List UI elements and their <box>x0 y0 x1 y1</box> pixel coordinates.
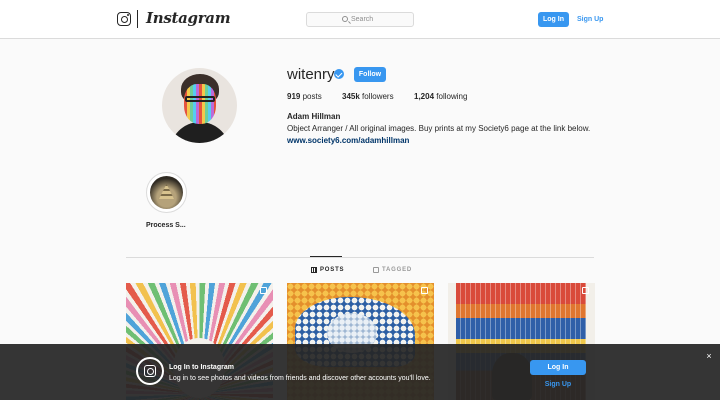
verified-badge-icon <box>334 69 344 79</box>
profile-website-link[interactable]: www.society6.com/adamhillman <box>287 136 409 146</box>
followers-label: followers <box>362 92 394 101</box>
following-label: following <box>436 92 468 101</box>
instagram-wordmark[interactable]: Instagram <box>146 9 231 27</box>
follow-button[interactable]: Follow <box>354 67 386 82</box>
profile-username: witenry <box>287 66 335 83</box>
banner-login-button[interactable]: Log In <box>530 360 586 375</box>
posts-count-stat: 919 posts <box>287 92 322 102</box>
top-nav: Instagram Search Log In Sign Up <box>0 0 720 39</box>
search-input[interactable]: Search <box>306 12 414 27</box>
avatar-face <box>184 84 216 124</box>
posts-label: posts <box>302 92 322 101</box>
followers-count: 345k <box>342 92 360 101</box>
active-tab-indicator <box>310 256 342 257</box>
highlight-label: Process S... <box>146 222 186 229</box>
multi-photo-icon <box>582 287 589 294</box>
followers-stat[interactable]: 345k followers <box>342 92 394 102</box>
logo-divider <box>137 10 138 28</box>
tabs-divider <box>126 257 594 258</box>
search-placeholder: Search <box>351 16 374 23</box>
story-highlight[interactable] <box>146 172 187 213</box>
banner-signup-link[interactable]: Sign Up <box>530 380 586 389</box>
login-button[interactable]: Log In <box>538 12 569 27</box>
highlight-thumbnail <box>150 176 183 209</box>
camera-glyph-icon <box>144 365 156 377</box>
multi-photo-icon <box>260 287 267 294</box>
avatar-glasses <box>185 96 215 102</box>
signup-link[interactable]: Sign Up <box>577 12 603 27</box>
multi-photo-icon <box>421 287 428 294</box>
close-icon[interactable]: × <box>704 351 714 361</box>
tab-posts[interactable]: POSTS <box>311 266 344 274</box>
following-count: 1,204 <box>414 92 435 101</box>
profile-avatar[interactable] <box>162 68 237 143</box>
tab-tagged[interactable]: TAGGED <box>373 266 412 274</box>
banner-message: Log in to see photos and videos from fri… <box>169 375 431 382</box>
instagram-camera-icon[interactable] <box>117 12 131 26</box>
following-stat[interactable]: 1,204 following <box>414 92 467 102</box>
login-prompt-banner: Log In to Instagram Log in to see photos… <box>0 344 720 400</box>
profile-bio: Object Arranger / All original images. B… <box>287 124 591 133</box>
posts-count: 919 <box>287 92 301 101</box>
instagram-logo-icon <box>136 357 164 385</box>
banner-title: Log In to Instagram <box>169 364 234 371</box>
profile-full-name: Adam Hillman <box>287 112 341 121</box>
search-icon <box>342 16 348 22</box>
